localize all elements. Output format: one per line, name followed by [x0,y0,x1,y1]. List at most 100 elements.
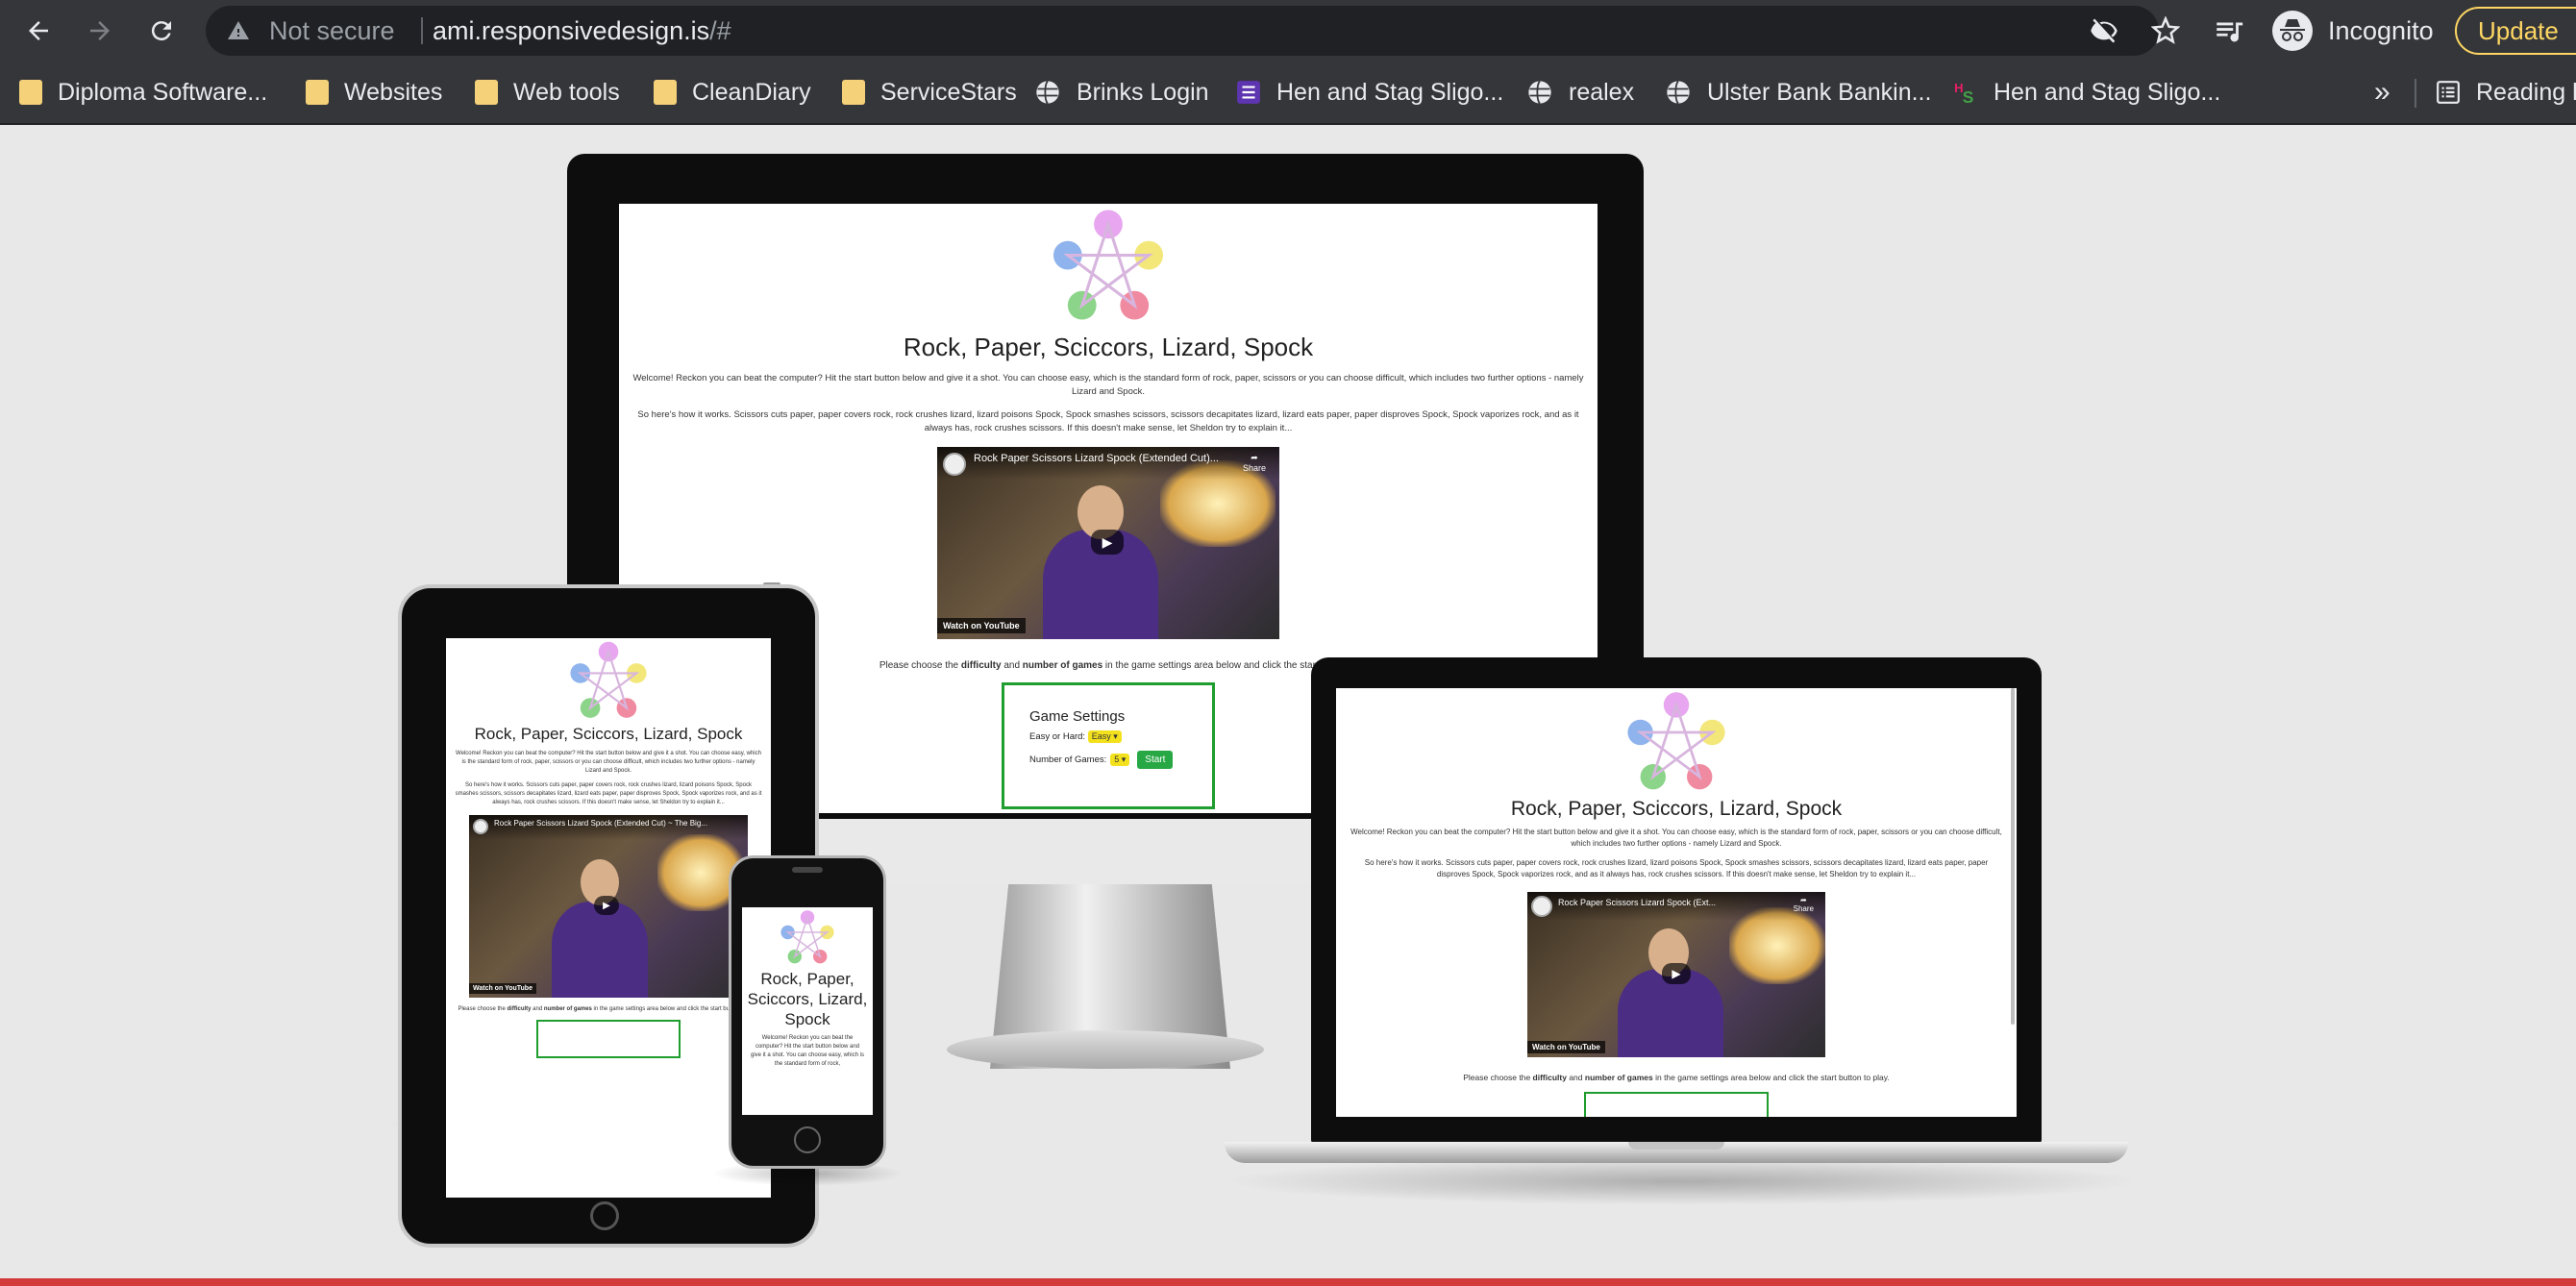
start-button[interactable]: Start [1137,751,1174,769]
bookmark-item[interactable]: Ulster Bank Bankin... [1665,62,1931,123]
bottom-accent-bar [0,1278,2576,1286]
bookmark-label: Hen and Stag Sligo... [1276,78,1504,106]
folder-icon [475,80,498,105]
monitor-base [947,1030,1264,1069]
intro-text: Welcome! Reckon you can beat the compute… [751,1035,864,1067]
watch-on-label: Watch on [943,621,982,631]
bookmark-item[interactable]: Diploma Software... [19,62,267,123]
play-button[interactable]: ▶ [594,896,619,915]
instructions-games: number of games [1022,660,1103,671]
video-title[interactable]: Rock Paper Scissors Lizard Spock (Extend… [937,447,1279,480]
laptop-shadow [1221,1157,2143,1205]
browser-toolbar: Not secure ami.responsivedesign.is/# Inc… [0,0,2576,62]
media-queue-icon[interactable] [2213,14,2245,47]
instructions-suffix: in the game settings area below and clic… [1652,1073,1890,1082]
play-button[interactable]: ▶ [1091,530,1124,555]
play-icon: ▶ [1102,533,1113,550]
bookmark-item[interactable]: realex [1526,62,1634,123]
youtube-embed[interactable]: Rock Paper Scissors Lizard Spock (Extend… [937,447,1279,639]
channel-avatar[interactable] [943,453,966,476]
tablet-home-button[interactable] [590,1201,619,1230]
youtube-logo: YouTube [505,985,533,992]
list-icon [1237,81,1260,104]
difficulty-select[interactable]: Easy ▾ [1087,730,1122,743]
sheldon-figure [552,902,648,998]
games-select[interactable]: 5 ▾ [1110,754,1130,766]
youtube-embed[interactable]: Rock Paper Scissors Lizard Spock (Ext...… [1527,892,1825,1057]
bookmark-item[interactable]: Brinks Login [1034,62,1209,123]
reading-list-button[interactable]: Reading l [2436,62,2576,123]
omnibox-separator [421,17,423,44]
hs-icon: HS [1954,81,1973,105]
globe-icon [1667,80,1690,105]
intro-text: Welcome! Reckon you can beat the compute… [632,373,1584,397]
forward-button[interactable] [79,10,121,52]
arrow-right-icon [90,21,110,40]
address-bar[interactable]: Not secure ami.responsivedesign.is/# [206,6,2180,56]
game-settings-panel: Game Settings Easy or Hard: Easy ▾ Numbe… [1002,682,1215,809]
incognito-label[interactable]: Incognito [2328,0,2434,62]
instructions-games: number of games [1584,1073,1653,1082]
video-title[interactable]: Rock Paper Scissors Lizard Spock (Ext... [1527,892,1825,921]
bookmark-label: Brinks Login [1077,78,1209,106]
rpsls-logo [1627,692,1725,790]
page-title: Rock, Paper, Sciccors, Lizard, Spock [903,333,1314,361]
reading-list-icon [2437,81,2460,104]
phone-speaker [792,867,823,873]
rules-text: So here's how it works. Scissors cuts pa… [455,782,762,805]
share-button[interactable]: ➦ Share [1243,453,1266,473]
watch-on-youtube-link[interactable]: Watch on YouTube [469,983,536,994]
back-button[interactable] [17,10,60,52]
play-icon: ▶ [1672,967,1681,980]
game-settings-panel [536,1020,681,1058]
youtube-logo: YouTube [1568,1043,1600,1051]
update-button[interactable]: Update [2455,7,2576,55]
bookmark-item[interactable]: Web tools [475,62,620,123]
youtube-embed[interactable]: Rock Paper Scissors Lizard Spock (Extend… [469,815,748,998]
play-icon: ▶ [603,900,610,911]
watch-on-youtube-link[interactable]: Watch on YouTube [937,618,1026,633]
laptop-screen: Rock, Paper, Sciccors, Lizard, Spock Wel… [1336,688,2017,1117]
instructions-text: Please choose the difficulty and number … [1336,1073,2017,1082]
bookmark-item[interactable]: CleanDiary [654,62,811,123]
difficulty-row: Easy or Hard: Easy ▾ [1029,730,1212,743]
bookmark-item[interactable]: Websites [306,62,442,123]
incognito-icon[interactable] [2270,10,2315,52]
instructions-prefix: Please choose the [879,660,961,671]
url-text[interactable]: ami.responsivedesign.is/# [433,6,731,56]
instructions-text: Please choose the difficulty and number … [458,1005,759,1014]
channel-avatar[interactable] [473,819,488,834]
eye-off-icon[interactable] [2090,16,2118,45]
phone-screen: Rock, Paper, Sciccors, Lizard, Spock Wel… [742,907,873,1115]
not-secure-label[interactable]: Not secure [269,6,395,56]
watch-on-label: Watch on [1532,1043,1567,1051]
watch-on-label: Watch on [473,985,504,992]
page-viewport: Rock, Paper, Sciccors, Lizard, Spock Wel… [0,127,2576,1278]
phone-home-button[interactable] [794,1126,821,1153]
instructions-games: number of games [543,1006,592,1012]
play-button[interactable]: ▶ [1662,963,1691,984]
bookmark-label: Web tools [513,78,620,106]
star-icon[interactable] [2151,16,2180,45]
video-title[interactable]: Rock Paper Scissors Lizard Spock (Extend… [469,815,748,840]
share-label: Share [1793,904,1814,913]
bookmark-item[interactable]: Hen and Stag Sligo... [1236,62,1503,123]
channel-avatar[interactable] [1531,896,1552,917]
share-label: Share [1242,463,1266,473]
bookmarks-bar: Diploma Software... Websites Web tools C… [0,62,2576,125]
watch-on-youtube-link[interactable]: Watch on YouTube [1527,1041,1605,1053]
intro-text: Welcome! Reckon you can beat the compute… [456,751,761,774]
share-button[interactable]: ➦ Share [1794,896,1814,913]
difficulty-label: Easy or Hard: [1029,731,1086,742]
bookmark-item[interactable]: HS Hen and Stag Sligo... [1953,62,2220,123]
bookmark-label: Websites [344,78,443,106]
globe-icon [1528,80,1551,105]
laptop-scrollbar[interactable] [2011,688,2015,1025]
instructions-and: and [1001,660,1023,671]
reload-button[interactable] [140,10,183,52]
games-value: 5 [1114,754,1120,764]
instructions-suffix: in the game settings area below and clic… [1102,660,1338,671]
bookmark-item[interactable]: ServiceStars [842,62,1017,123]
instructions-and: and [531,1006,544,1012]
bookmarks-overflow-button[interactable]: » [2374,62,2390,123]
